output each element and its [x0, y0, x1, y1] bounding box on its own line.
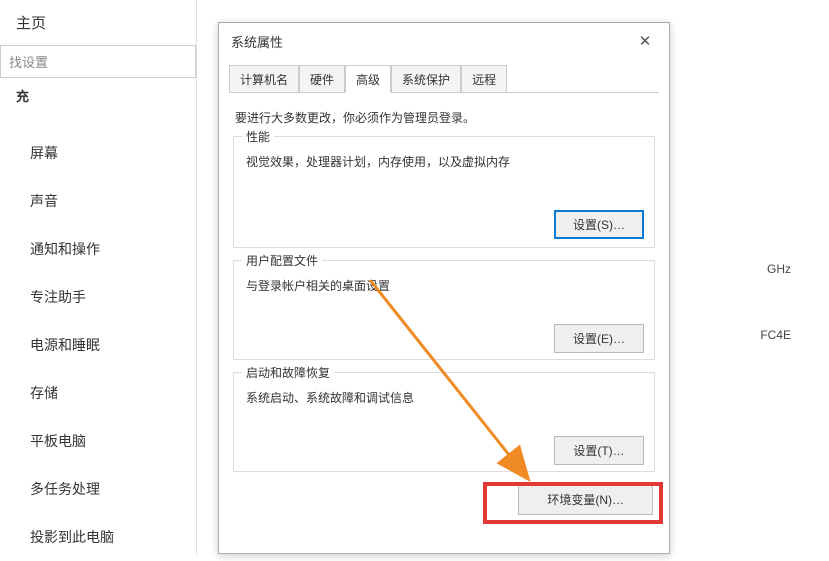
- sidebar-item-display[interactable]: 屏幕: [0, 129, 196, 177]
- environment-variables-button[interactable]: 环境变量(N)…: [518, 484, 653, 515]
- admin-note: 要进行大多数更改，你必须作为管理员登录。: [235, 109, 653, 126]
- tab-system-protection[interactable]: 系统保护: [391, 65, 461, 92]
- sidebar-item-power-sleep[interactable]: 电源和睡眠: [0, 321, 196, 369]
- sidebar-item-sound[interactable]: 声音: [0, 177, 196, 225]
- group-user-profile: 用户配置文件 与登录帐户相关的桌面设置 设置(E)…: [233, 260, 655, 360]
- group-startup-desc: 系统启动、系统故障和调试信息: [246, 389, 644, 406]
- startup-settings-button[interactable]: 设置(T)…: [554, 436, 644, 465]
- performance-settings-button[interactable]: 设置(S)…: [554, 210, 644, 239]
- search-input[interactable]: 找设置: [0, 45, 196, 78]
- group-performance-title: 性能: [242, 128, 274, 145]
- group-user-profile-desc: 与登录帐户相关的桌面设置: [246, 277, 644, 294]
- sidebar-home[interactable]: 主页: [0, 0, 196, 43]
- sidebar-item-notifications[interactable]: 通知和操作: [0, 225, 196, 273]
- tab-hardware[interactable]: 硬件: [299, 65, 345, 92]
- sidebar-item-tablet[interactable]: 平板电脑: [0, 417, 196, 465]
- group-performance: 性能 视觉效果，处理器计划，内存使用，以及虚拟内存 设置(S)…: [233, 136, 655, 248]
- tab-remote[interactable]: 远程: [461, 65, 507, 92]
- tab-computer-name[interactable]: 计算机名: [229, 65, 299, 92]
- sidebar-item-focus-assist[interactable]: 专注助手: [0, 273, 196, 321]
- close-icon[interactable]: ✕: [631, 31, 659, 51]
- dialog-body: 要进行大多数更改，你必须作为管理员登录。 性能 视觉效果，处理器计划，内存使用，…: [219, 93, 669, 527]
- sidebar-item-projecting[interactable]: 投影到此电脑: [0, 513, 196, 561]
- system-properties-dialog: 系统属性 ✕ 计算机名 硬件 高级 系统保护 远程 要进行大多数更改，你必须作为…: [218, 22, 670, 554]
- sidebar-section: 充: [0, 86, 196, 119]
- group-startup-title: 启动和故障恢复: [242, 364, 334, 381]
- sidebar-item-storage[interactable]: 存储: [0, 369, 196, 417]
- dialog-titlebar: 系统属性 ✕: [219, 23, 669, 57]
- group-performance-desc: 视觉效果，处理器计划，内存使用，以及虚拟内存: [246, 153, 644, 170]
- tab-advanced[interactable]: 高级: [345, 65, 391, 93]
- dialog-title: 系统属性: [231, 32, 631, 51]
- bg-text-id: FC4E: [760, 328, 791, 342]
- group-startup-recovery: 启动和故障恢复 系统启动、系统故障和调试信息 设置(T)…: [233, 372, 655, 472]
- settings-sidebar: 主页 找设置 充 屏幕 声音 通知和操作 专注助手 电源和睡眠 存储 平板电脑 …: [0, 0, 197, 555]
- bg-text-ghz: GHz: [767, 262, 791, 276]
- search-placeholder: 找设置: [9, 52, 187, 71]
- sidebar-item-multitasking[interactable]: 多任务处理: [0, 465, 196, 513]
- group-user-profile-title: 用户配置文件: [242, 252, 322, 269]
- user-profile-settings-button[interactable]: 设置(E)…: [554, 324, 644, 353]
- dialog-tabs: 计算机名 硬件 高级 系统保护 远程: [229, 65, 659, 93]
